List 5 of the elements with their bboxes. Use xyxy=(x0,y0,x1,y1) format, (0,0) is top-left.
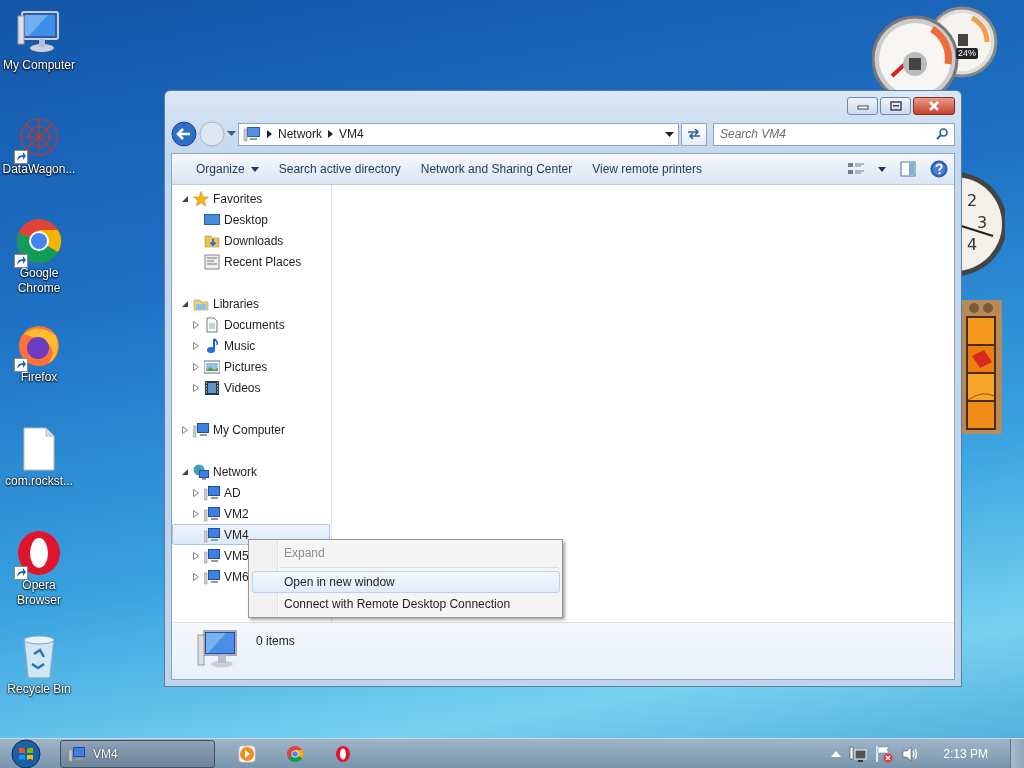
item-count: 0 items xyxy=(256,633,295,650)
meter-reading: 24% xyxy=(956,48,978,59)
clock-numeral: 2 xyxy=(967,191,978,210)
clock-numeral: 3 xyxy=(977,213,988,232)
clock-numeral: 4 xyxy=(967,235,978,254)
